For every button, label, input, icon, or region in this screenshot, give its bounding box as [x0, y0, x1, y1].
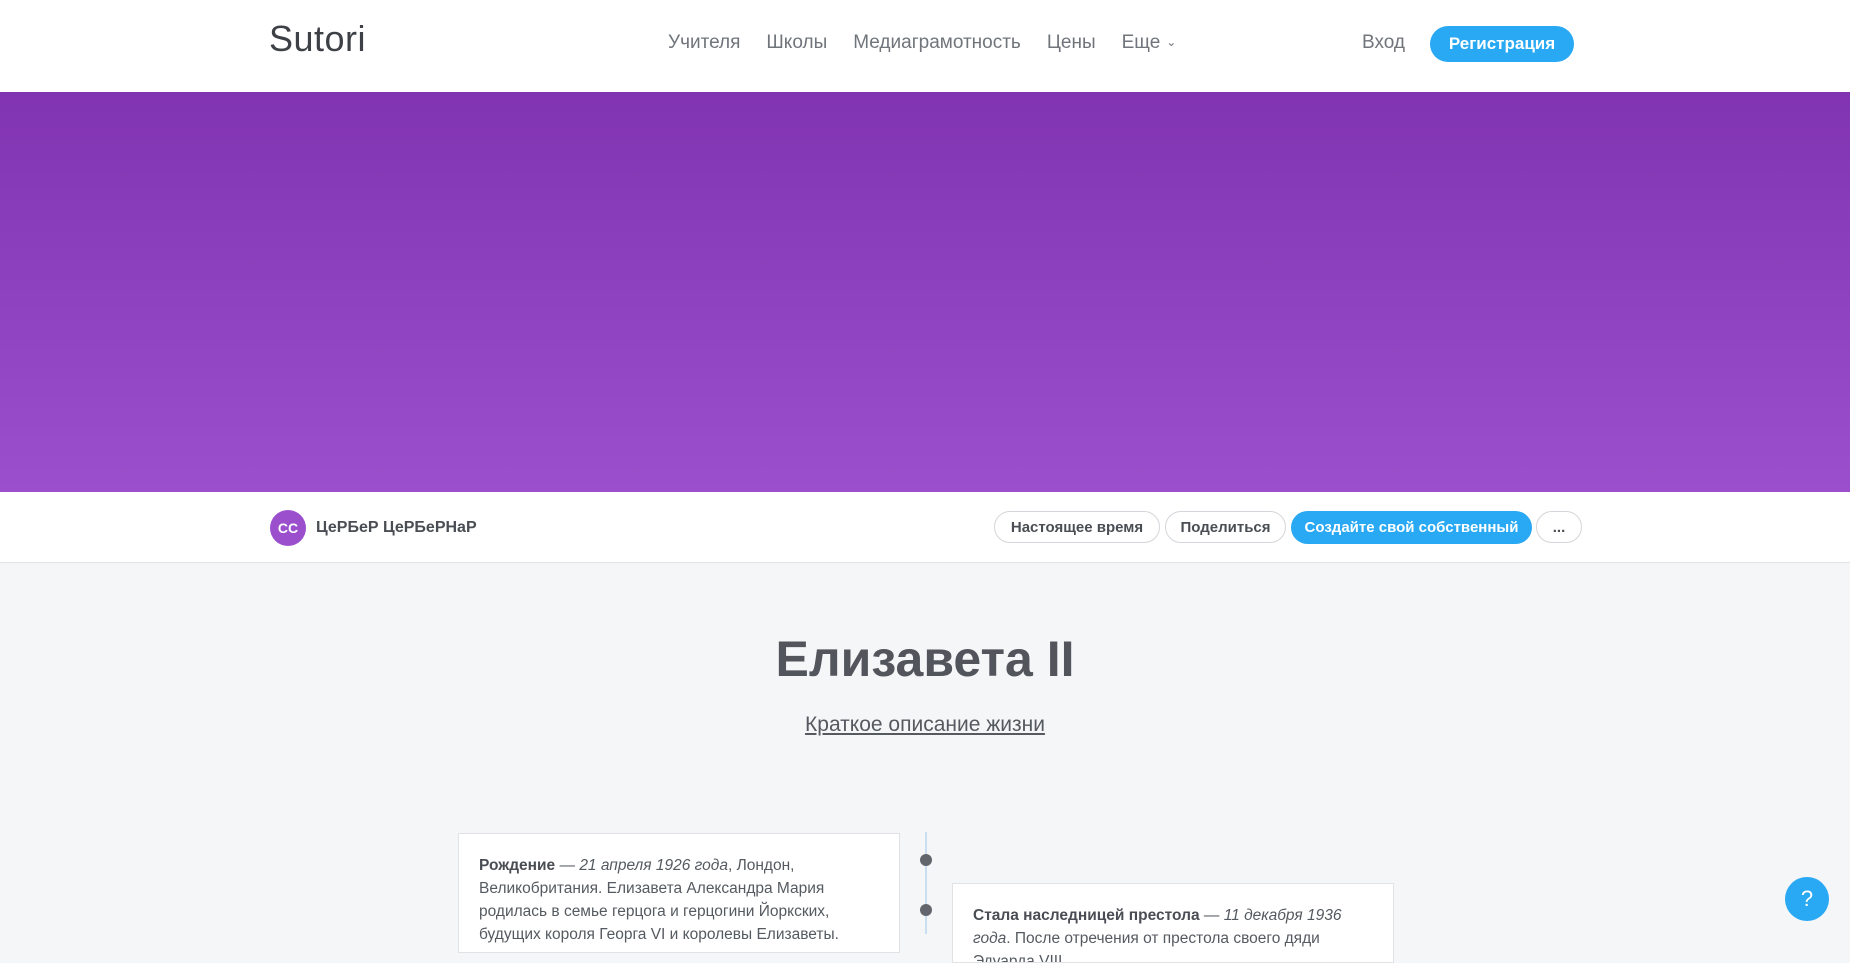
main-nav: Учителя Школы Медиаграмотность Цены Еще ⌄ [668, 32, 1176, 54]
author-name[interactable]: ЦеРБеР ЦеРБеРНаР [316, 519, 477, 537]
event-separator: — [1199, 907, 1224, 924]
share-button[interactable]: Поделиться [1165, 511, 1286, 543]
timeline-dot [920, 854, 932, 866]
event-label: Стала наследницей престола [973, 907, 1200, 924]
realtime-button[interactable]: Настоящее время [994, 511, 1160, 543]
create-your-own-button[interactable]: Создайте свой собственный [1291, 511, 1532, 544]
login-link[interactable]: Вход [1362, 32, 1405, 54]
nav-more-label: Еще [1121, 32, 1161, 53]
event-text: . После отречения от престола своего дяд… [973, 930, 1320, 963]
event-separator: — [555, 857, 580, 874]
signup-button[interactable]: Регистрация [1430, 26, 1574, 62]
timeline-card[interactable]: Рождение — 21 апреля 1926 года, Лондон, … [458, 833, 900, 953]
nav-media-literacy[interactable]: Медиаграмотность [853, 32, 1021, 54]
story-subtitle: Краткое описание жизни [0, 713, 1850, 737]
top-header: Sutori Учителя Школы Медиаграмотность Це… [0, 0, 1850, 92]
timeline-dot [920, 904, 932, 916]
help-icon[interactable]: ? [1785, 877, 1829, 921]
nav-schools[interactable]: Школы [766, 32, 827, 54]
story-title: Елизавета II [775, 631, 1075, 687]
story-subtitle-link[interactable]: Краткое описание жизни [805, 713, 1045, 736]
nav-more[interactable]: Еще ⌄ [1122, 32, 1177, 54]
event-label: Рождение [479, 857, 556, 874]
cover-banner [0, 92, 1850, 492]
timeline-line [925, 832, 927, 934]
event-date: 21 апреля 1926 года [579, 857, 728, 874]
chevron-down-icon: ⌄ [1166, 35, 1177, 49]
author-avatar[interactable]: CC [270, 510, 306, 546]
nav-teachers[interactable]: Учителя [668, 32, 740, 54]
nav-pricing[interactable]: Цены [1047, 32, 1096, 54]
more-options-button[interactable]: ... [1536, 511, 1582, 543]
timeline-card[interactable]: Стала наследницей престола — 11 декабря … [952, 883, 1394, 963]
sutori-logo[interactable]: Sutori [269, 18, 366, 60]
author-bar: CC ЦеРБеР ЦеРБеРНаР Настоящее время Поде… [0, 492, 1850, 563]
